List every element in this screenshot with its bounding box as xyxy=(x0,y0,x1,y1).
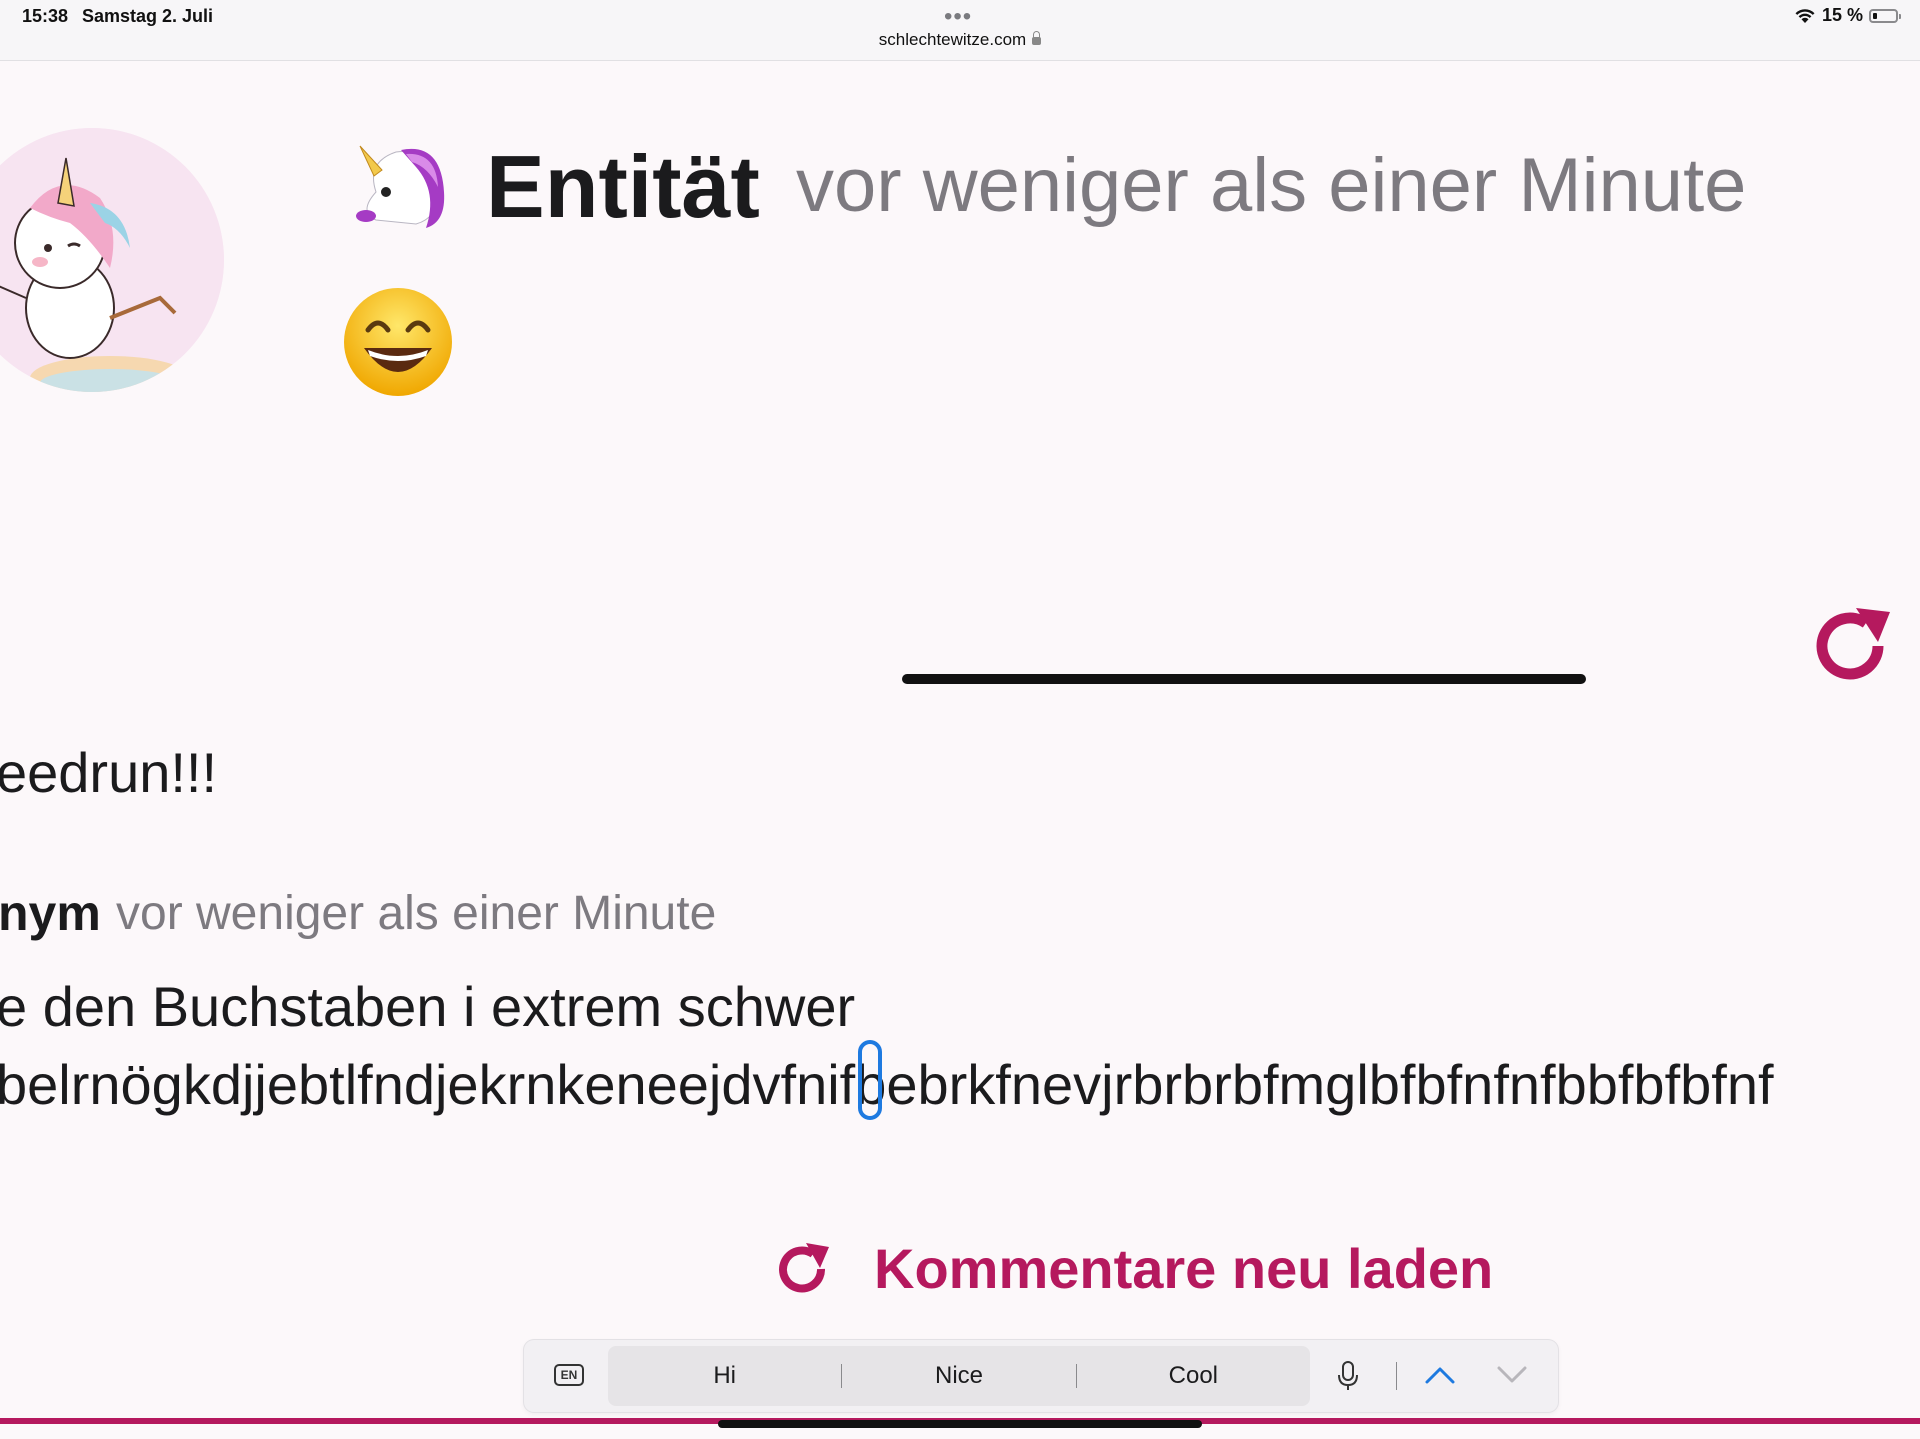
comment-text-line: e den Buchstaben i extrem schwer xyxy=(0,975,856,1038)
divider-line xyxy=(902,674,1586,684)
refresh-icon[interactable] xyxy=(1808,604,1892,688)
grinning-face-icon xyxy=(344,288,452,396)
post-timestamp: vor weniger als einer Minute xyxy=(796,143,1747,228)
lock-icon xyxy=(1032,31,1042,45)
suggestion-list: Hi Nice Cool xyxy=(608,1346,1310,1406)
comment-text-line[interactable]: belrnögkdjjebtlfndjekrnkeneejdvfnifbebrk… xyxy=(0,1052,1774,1117)
battery-icon xyxy=(1869,8,1901,23)
wifi-icon xyxy=(1795,9,1815,23)
reload-comments-button[interactable]: Kommentare neu laden xyxy=(774,1236,1493,1301)
refresh-icon xyxy=(779,1242,829,1292)
multitasking-dots-icon[interactable]: ••• xyxy=(944,3,972,31)
suggestion-item[interactable]: Hi xyxy=(608,1362,841,1390)
avatar[interactable] xyxy=(0,128,224,392)
unicorn-avatar-illustration xyxy=(0,128,224,392)
chevron-up-icon[interactable] xyxy=(1424,1362,1456,1388)
divider xyxy=(1396,1362,1397,1390)
keyboard-suggestion-bar: EN Hi Nice Cool xyxy=(524,1340,1558,1412)
suggestion-item[interactable]: Cool xyxy=(1077,1362,1310,1390)
chevron-down-icon[interactable] xyxy=(1496,1362,1528,1388)
status-date: Samstag 2. Juli xyxy=(82,6,214,26)
battery-percentage: 15 % xyxy=(1821,5,1863,25)
comment-text: eedrun!!! xyxy=(0,741,218,804)
reload-comments-label: Kommentare neu laden xyxy=(874,1237,1494,1300)
status-indicators: 15 % xyxy=(1794,5,1901,26)
unicorn-icon xyxy=(356,145,445,228)
status-bar: 15:38 Samstag 2. Juli ••• schlechtewitze… xyxy=(0,0,1920,61)
post-author-name[interactable]: Entität xyxy=(486,136,760,238)
address-bar[interactable]: schlechtewitze.com xyxy=(0,30,1920,50)
microphone-icon[interactable] xyxy=(1336,1360,1360,1392)
text-cursor-marker xyxy=(858,1040,882,1120)
suggestion-item[interactable]: Nice xyxy=(842,1362,1075,1390)
comment-timestamp: vor weniger als einer Minute xyxy=(116,887,717,940)
language-switch-icon[interactable]: EN xyxy=(554,1364,584,1386)
status-time: 15:38 xyxy=(22,6,69,26)
url-text: schlechtewitze.com xyxy=(878,30,1027,49)
comment-author[interactable]: nym xyxy=(0,884,101,942)
home-indicator[interactable] xyxy=(718,1420,1202,1428)
